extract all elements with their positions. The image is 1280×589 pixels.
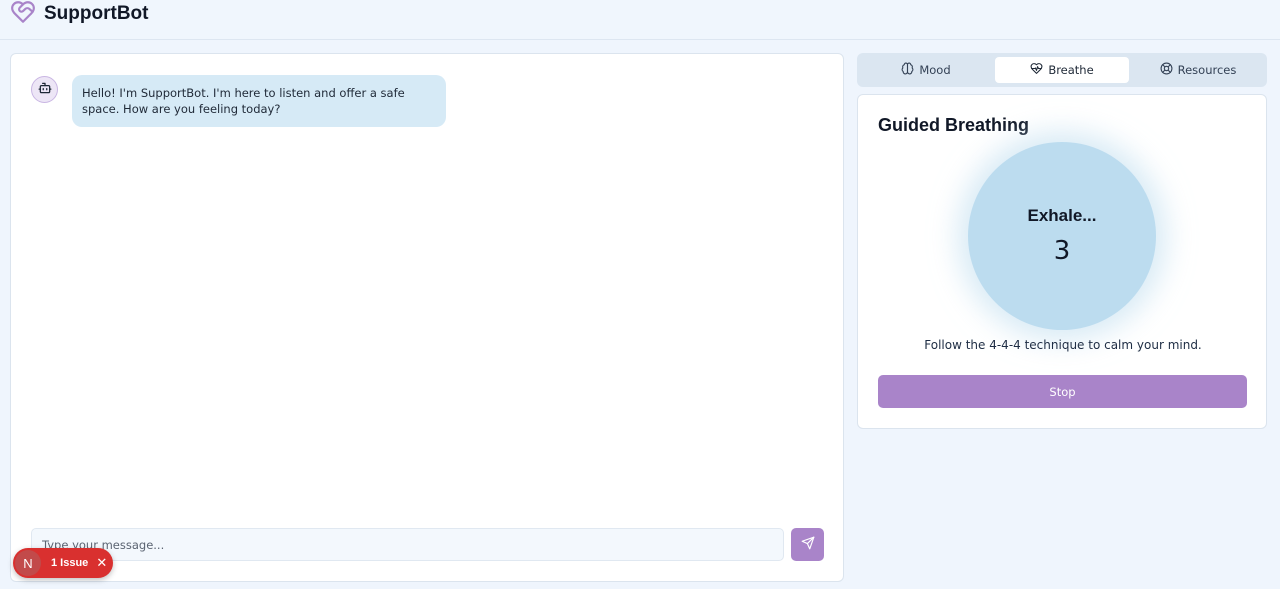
bot-message-bubble: Hello! I'm SupportBot. I'm here to liste… — [72, 75, 446, 127]
tab-breathe[interactable]: Breathe — [995, 57, 1129, 83]
tab-breathe-label: Breathe — [1048, 63, 1094, 77]
breathing-countdown: 3 — [1053, 236, 1071, 266]
tab-resources-label: Resources — [1177, 63, 1237, 77]
app-header: SupportBot — [0, 0, 1280, 40]
life-buoy-icon — [1160, 62, 1173, 78]
breathing-hint: Follow the 4-4-4 technique to calm your … — [924, 338, 1202, 352]
breathing-circle: Exhale... 3 — [968, 142, 1156, 330]
send-button[interactable] — [791, 528, 824, 561]
brand[interactable]: SupportBot — [10, 0, 148, 28]
bot-avatar — [31, 76, 58, 103]
heart-pulse-icon — [1030, 62, 1043, 78]
message-input[interactable] — [31, 528, 784, 561]
tab-mood-label: Mood — [919, 63, 951, 77]
send-icon — [801, 536, 815, 553]
issue-count-label: 1 Issue — [51, 557, 89, 569]
brain-icon — [901, 62, 914, 78]
next-logo-icon: N — [15, 550, 41, 576]
breathing-title: Guided Breathing — [878, 115, 1030, 135]
app-title: SupportBot — [44, 3, 149, 24]
chat-panel: Hello! I'm SupportBot. I'm here to liste… — [10, 53, 844, 582]
close-icon[interactable]: ✕ — [96, 556, 107, 571]
stop-button[interactable]: Stop — [878, 375, 1247, 408]
bot-icon — [38, 80, 52, 99]
breathing-phase: Exhale... — [1027, 206, 1097, 225]
dev-issues-badge[interactable]: N 1 Issue ✕ — [13, 548, 113, 578]
heart-handshake-icon — [10, 0, 36, 29]
breathing-panel: Guided Breathing Exhale... 3 Follow the … — [857, 94, 1267, 429]
tab-resources[interactable]: Resources — [1133, 57, 1263, 83]
tab-mood[interactable]: Mood — [861, 57, 991, 83]
side-tabs: Mood Breathe Resources — [857, 53, 1267, 87]
message-composer — [31, 528, 824, 562]
